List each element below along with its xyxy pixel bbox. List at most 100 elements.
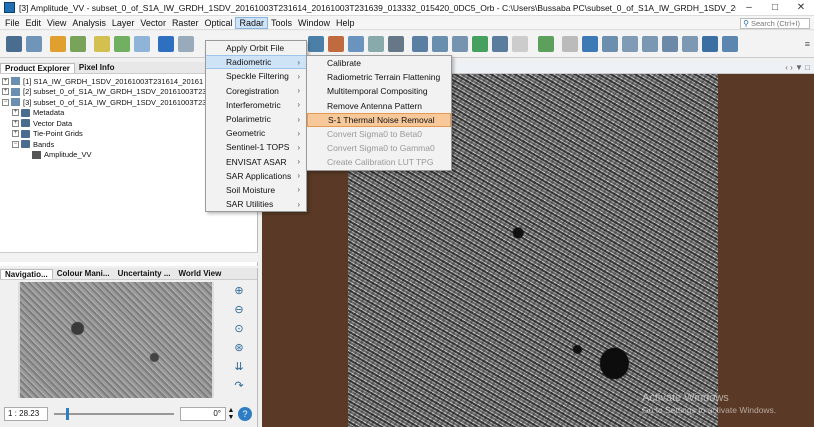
gcp-tool-icon[interactable] — [642, 36, 658, 52]
menu-view[interactable]: View — [44, 18, 69, 28]
menu-item-remove-antenna-pattern[interactable]: Remove Antenna Pattern — [307, 99, 451, 113]
line-tool-icon[interactable] — [662, 36, 678, 52]
menu-item-geometric[interactable]: Geometric › — [206, 126, 306, 140]
graph-builder-icon[interactable] — [328, 36, 344, 52]
zoom-actual-icon[interactable]: ⊙ — [232, 322, 246, 336]
tab-pixel-info[interactable]: Pixel Info — [75, 63, 119, 72]
tree-item-label: Tie-Point Grids — [33, 129, 83, 139]
menu-item-apply-orbit-file[interactable]: Apply Orbit File — [206, 41, 306, 55]
menu-file[interactable]: File — [2, 18, 23, 28]
redo-icon[interactable] — [70, 36, 86, 52]
menu-item-polarimetric[interactable]: Polarimetric › — [206, 112, 306, 126]
menu-radar[interactable]: Radar — [235, 16, 268, 29]
tab-colour-manipulation[interactable]: Colour Mani... — [53, 269, 114, 278]
horizontal-scrollbar[interactable] — [0, 252, 258, 262]
product-icon — [11, 77, 20, 86]
expand-icon[interactable]: + — [12, 130, 19, 138]
menu-help[interactable]: Help — [333, 18, 358, 28]
expand-icon[interactable]: + — [2, 88, 9, 96]
menu-vector[interactable]: Vector — [137, 18, 169, 28]
sum-icon[interactable] — [388, 36, 404, 52]
zoom-slider[interactable] — [54, 407, 174, 421]
spectrum-icon[interactable] — [348, 36, 364, 52]
menu-item-calibrate[interactable]: Calibrate — [307, 56, 451, 70]
menu-item-interferometric[interactable]: Interferometric › — [206, 98, 306, 112]
tool-icon-b[interactable] — [452, 36, 468, 52]
menu-item-multitemporal-compositing[interactable]: Multitemporal Compositing — [307, 84, 451, 98]
search-box[interactable]: ⚲ Search (Ctrl+I) — [740, 18, 810, 29]
graph-icon[interactable] — [538, 36, 554, 52]
submenu-arrow-icon: › — [297, 142, 300, 152]
zoom-out-icon[interactable]: ⊖ — [232, 303, 246, 317]
help-icon[interactable]: ? — [238, 407, 252, 421]
world-map-icon[interactable] — [308, 36, 324, 52]
menu-edit[interactable]: Edit — [23, 18, 45, 28]
collapse-icon[interactable]: − — [12, 140, 19, 148]
menu-optical[interactable]: Optical — [201, 18, 235, 28]
tab-product-explorer[interactable]: Product Explorer — [0, 62, 75, 73]
zoom-tool-icon[interactable] — [602, 36, 618, 52]
tab-uncertainty[interactable]: Uncertainty ... — [114, 269, 175, 278]
band-maths-icon[interactable] — [94, 36, 110, 52]
menu-item-sar-utilities[interactable]: SAR Utilities › — [206, 197, 306, 211]
ellipse-tool-icon[interactable] — [722, 36, 738, 52]
menu-item-coregistration[interactable]: Coregistration › — [206, 84, 306, 98]
open-product-icon[interactable] — [6, 36, 22, 52]
view-navigation-icon[interactable]: ‹ › ▼ □ — [785, 63, 810, 72]
tab-navigation[interactable]: Navigatio... — [0, 268, 53, 279]
tool-icon-d[interactable] — [492, 36, 508, 52]
colour-icon[interactable] — [158, 36, 174, 52]
navigation-thumbnail[interactable] — [18, 282, 214, 398]
tool-icon-e[interactable] — [512, 36, 528, 52]
expand-icon[interactable]: + — [12, 109, 19, 117]
polyline-tool-icon[interactable] — [682, 36, 698, 52]
select-tool-icon[interactable] — [562, 36, 578, 52]
pan-tool-icon[interactable] — [582, 36, 598, 52]
collapse-icon[interactable]: − — [2, 98, 9, 106]
tab-world-view[interactable]: World View — [174, 269, 225, 278]
sync-views-icon[interactable]: ⇊ — [232, 360, 246, 374]
rotation-angle-field[interactable]: 0° — [180, 407, 226, 421]
menu-item-envisat-asar[interactable]: ENVISAT ASAR › — [206, 155, 306, 169]
menu-item-terrain-flattening[interactable]: Radiometric Terrain Flattening — [307, 70, 451, 84]
slider-thumb[interactable] — [66, 408, 69, 420]
menu-item-speckle-filtering[interactable]: Speckle Filtering › — [206, 69, 306, 83]
close-button[interactable]: ✕ — [788, 2, 814, 13]
menu-item-sigma0-to-gamma0: Convert Sigma0 to Gamma0 — [327, 143, 435, 154]
menu-item-sar-applications[interactable]: SAR Applications › — [206, 169, 306, 183]
zoom-all-icon[interactable]: ⊛ — [232, 341, 246, 355]
chart-icon[interactable] — [114, 36, 130, 52]
minimize-button[interactable]: – — [736, 2, 762, 13]
mask-icon[interactable] — [412, 36, 428, 52]
maximize-button[interactable]: □ — [762, 2, 788, 13]
search-input[interactable]: Search (Ctrl+I) — [751, 19, 800, 28]
expand-icon[interactable]: + — [12, 119, 19, 127]
statistics-icon[interactable] — [134, 36, 150, 52]
band-icon — [32, 150, 41, 159]
layer-icon[interactable] — [178, 36, 194, 52]
menu-analysis[interactable]: Analysis — [69, 18, 109, 28]
menu-raster[interactable]: Raster — [169, 18, 202, 28]
tool-icon-a[interactable] — [432, 36, 448, 52]
zoom-in-icon[interactable]: ⊕ — [232, 284, 246, 298]
menu-layer[interactable]: Layer — [109, 18, 138, 28]
menu-tools[interactable]: Tools — [268, 18, 295, 28]
product-library-icon[interactable] — [26, 36, 42, 52]
scale-field[interactable]: 1 : 28.23 — [4, 407, 48, 421]
tool-icon-c[interactable] — [472, 36, 488, 52]
profile-icon[interactable] — [368, 36, 384, 52]
toolbar-overflow-icon[interactable]: ≡ — [805, 39, 810, 49]
menu-item-thermal-noise-removal[interactable]: S-1 Thermal Noise Removal — [307, 112, 451, 127]
menu-item-soil-moisture[interactable]: Soil Moisture › — [206, 183, 306, 197]
menu-item-sentinel-1-tops[interactable]: Sentinel-1 TOPS › — [206, 140, 306, 154]
expand-icon[interactable]: + — [2, 77, 9, 85]
angle-spinner[interactable]: ▲ ▼ — [227, 407, 235, 421]
menu-item-radiometric[interactable]: Radiometric › — [206, 55, 306, 70]
sync-cursor-icon[interactable]: ↷ — [232, 379, 246, 393]
rectangle-tool-icon[interactable] — [702, 36, 718, 52]
undo-icon[interactable] — [50, 36, 66, 52]
submenu-arrow-icon: › — [297, 128, 300, 138]
pin-tool-icon[interactable] — [622, 36, 638, 52]
submenu-arrow-icon: › — [297, 86, 300, 96]
menu-window[interactable]: Window — [295, 18, 333, 28]
